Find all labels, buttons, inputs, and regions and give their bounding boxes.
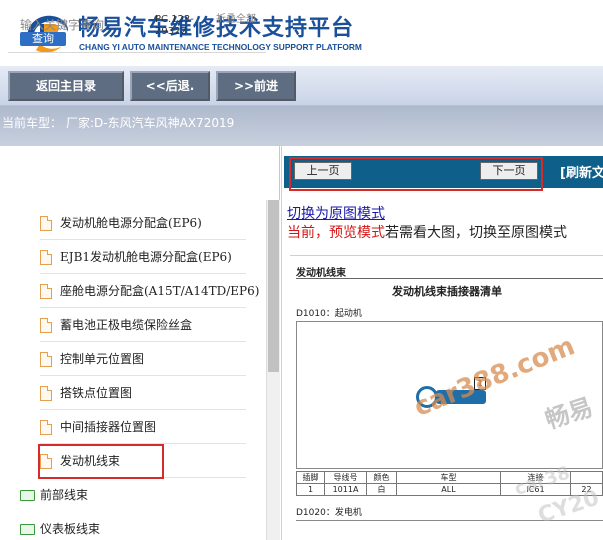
document-icon: [40, 284, 52, 299]
tree-item[interactable]: EJB1发动机舱电源分配盒(EP6): [40, 240, 246, 274]
brand-subtitle: CHANG YI AUTO MAINTENANCE TECHNOLOGY SUP…: [79, 42, 362, 52]
document-icon: [40, 216, 52, 231]
table-header-row: 插脚 导线号 颜色 车型 连接: [296, 471, 603, 484]
preview-mode-hint: 若需看大图，切换至原图模式: [385, 225, 567, 241]
table-header-cell: 导线号: [324, 471, 367, 484]
folder-icon: [20, 490, 35, 501]
connector-d1020-label: D1020：发电机: [296, 508, 362, 518]
tree-item-label: 蓄电池正极电缆保险丝盒: [60, 318, 193, 332]
document-icon: [40, 386, 52, 401]
table-header-cell: 颜色: [366, 471, 397, 484]
tree-item[interactable]: 发动机舱电源分配盒(EP6): [40, 206, 246, 240]
table-header-cell: 车型: [396, 471, 501, 484]
tree-item[interactable]: 中间插接器位置图: [40, 410, 246, 444]
folder-icon: [20, 524, 35, 535]
table-header-cell: 连接: [500, 471, 571, 484]
document-icon: [40, 352, 52, 367]
tree-item[interactable]: 蓄电池正极电缆保险丝盒: [40, 308, 246, 342]
document-divider: [296, 520, 603, 521]
document-icon: [40, 420, 52, 435]
table-cell: ALL: [396, 483, 501, 496]
current-vehicle-bar: 当前车型： 厂家:D-东风汽车风神AX72019: [0, 106, 603, 146]
folder-item-label: 仪表板线束: [40, 522, 101, 536]
refresh-link[interactable]: [刷新文: [560, 162, 603, 181]
preview-mode-notice: 当前，预览模式若需看大图，切换至原图模式: [287, 222, 567, 242]
terminal-pin-tag: 1: [474, 377, 486, 390]
ring-terminal-icon: [416, 386, 438, 408]
connector-d1010-label: D1010：起动机: [296, 309, 362, 319]
forward-button[interactable]: >>前进: [216, 71, 296, 101]
document-section-title: 发动机线束: [296, 268, 346, 279]
terminal-body-icon: [436, 390, 486, 404]
table-cell: 1011A: [324, 483, 367, 496]
table-cell: 22: [570, 483, 603, 496]
nav-bar: 返回主目录 <<后退. >>前进: [0, 66, 603, 106]
table-cell: 1: [296, 483, 325, 496]
tree-item-label: 搭铁点位置图: [60, 386, 133, 400]
back-button[interactable]: <<后退.: [130, 71, 210, 101]
connector-table: 插脚 导线号 颜色 车型 连接 1 1011A 白 ALL IC61 22: [296, 471, 603, 496]
tree-item-label: EJB1发动机舱电源分配盒(EP6): [60, 250, 232, 264]
table-cell: IC61: [500, 483, 571, 496]
table-header-cell: [570, 471, 603, 484]
document-icon: [40, 318, 52, 333]
document-title: 发动机线束插接器清单: [392, 285, 502, 298]
switch-original-mode-link[interactable]: 切换为原图模式: [287, 203, 385, 223]
document-icon: [40, 250, 52, 265]
document-divider: [296, 278, 603, 279]
sidebar-divider: [8, 52, 266, 53]
tree-item-label: 发动机舱电源分配盒(EP6): [60, 216, 202, 230]
table-cell: 白: [366, 483, 397, 496]
tree-item-label: 座舱电源分配盒(A15T/A14TD/EP6): [60, 284, 260, 298]
folder-item-label: 前部线束: [40, 488, 89, 502]
tree-item[interactable]: 控制单元位置图: [40, 342, 246, 376]
selection-highlight: [38, 444, 164, 479]
scrollbar-thumb[interactable]: [268, 200, 279, 372]
tree-item-label: 中间插接器位置图: [60, 420, 157, 434]
current-vehicle-label: 当前车型：: [2, 116, 63, 130]
table-row: 1 1011A 白 ALL IC61 22: [296, 483, 603, 496]
search-button[interactable]: 查询: [20, 32, 66, 46]
tree-item[interactable]: 座舱电源分配盒(A15T/A14TD/EP6): [40, 274, 259, 308]
preview-mode-status: 当前，预览模式: [287, 225, 385, 241]
collapse-all-link[interactable]: 折叠全部: [216, 14, 260, 26]
table-header-cell: 插脚: [296, 471, 325, 484]
pager-highlight: [289, 157, 543, 191]
header: 畅易汽车维修技术支持平台 CHANG YI AUTO MAINTENANCE T…: [0, 0, 603, 66]
tree-item[interactable]: 搭铁点位置图: [40, 376, 246, 410]
search-input[interactable]: 输入关键字查询: [20, 16, 104, 33]
pc-code-label: PC.123-29322: [155, 14, 194, 37]
home-button[interactable]: 返回主目录: [8, 71, 124, 101]
tree-item-label: 控制单元位置图: [60, 352, 145, 366]
current-vehicle-value: 厂家:D-东风汽车风神AX72019: [66, 116, 235, 130]
